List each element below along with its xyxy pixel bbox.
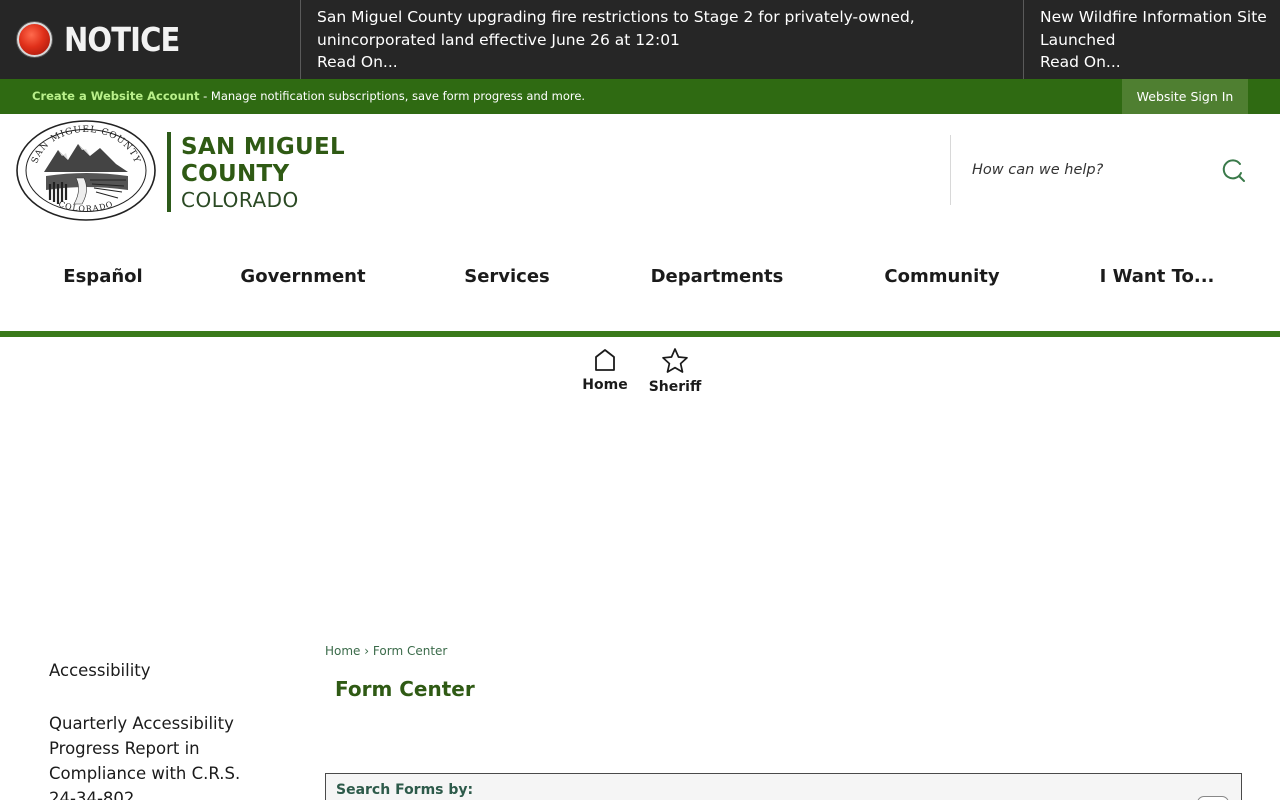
notice-bar: NOTICE San Miguel County upgrading fire … bbox=[0, 0, 1280, 79]
notice-item: New Wildfire Information Site Launched R… bbox=[1040, 6, 1270, 74]
quick-link-label: Sheriff bbox=[648, 379, 702, 395]
nav-item-community[interactable]: Community bbox=[884, 266, 999, 287]
site-search-input[interactable] bbox=[964, 150, 1204, 190]
search-icon[interactable] bbox=[1220, 157, 1246, 183]
search-divider bbox=[950, 135, 951, 205]
county-wordmark[interactable]: SAN MIGUEL COUNTY COLORADO bbox=[181, 134, 345, 212]
alert-dot-icon bbox=[17, 22, 52, 57]
brand-line-1: SAN MIGUEL bbox=[181, 134, 345, 160]
sign-in-button[interactable]: Website Sign In bbox=[1122, 79, 1248, 114]
notice-item-text: San Miguel County upgrading fire restric… bbox=[317, 8, 915, 49]
account-bar: Create a Website Account - Manage notifi… bbox=[0, 79, 1280, 114]
search-forms-panel: Search Forms by: bbox=[325, 773, 1242, 800]
account-description: - Manage notification subscriptions, sav… bbox=[199, 89, 586, 103]
sidebar-item-accessibility-report[interactable]: Quarterly Accessibility Progress Report … bbox=[49, 711, 269, 800]
breadcrumb-separator: › bbox=[364, 644, 370, 658]
brand-line-3: COLORADO bbox=[181, 188, 299, 212]
notice-item-text: New Wildfire Information Site Launched bbox=[1040, 8, 1267, 49]
notice-read-on-link[interactable]: Read On... bbox=[317, 51, 1007, 74]
nav-item-i-want-to[interactable]: I Want To... bbox=[1100, 266, 1215, 287]
quick-link-home[interactable]: Home bbox=[565, 347, 645, 393]
search-forms-toggle[interactable] bbox=[1197, 796, 1229, 800]
notice-title: NOTICE bbox=[64, 20, 180, 59]
home-icon bbox=[595, 349, 615, 371]
nav-item-espanol[interactable]: Español bbox=[63, 266, 142, 287]
create-account-link[interactable]: Create a Website Account bbox=[32, 89, 199, 103]
notice-divider bbox=[300, 0, 301, 79]
nav-item-services[interactable]: Services bbox=[464, 266, 550, 287]
brand-line-2: COUNTY bbox=[181, 161, 290, 187]
nav-item-government[interactable]: Government bbox=[240, 266, 365, 287]
search-forms-label: Search Forms by: bbox=[336, 782, 474, 798]
account-message: Create a Website Account - Manage notifi… bbox=[32, 89, 585, 103]
county-seal-logo[interactable]: SAN MIGUEL COUNTY COLORADO bbox=[16, 120, 156, 221]
brand-divider bbox=[167, 132, 171, 212]
breadcrumb-home-link[interactable]: Home bbox=[325, 644, 360, 658]
breadcrumb: Home › Form Center bbox=[325, 644, 447, 658]
notice-divider bbox=[1023, 0, 1024, 79]
nav-divider bbox=[0, 331, 1280, 337]
notice-read-on-link[interactable]: Read On... bbox=[1040, 51, 1270, 74]
notice-label: NOTICE bbox=[0, 0, 300, 79]
nav-item-departments[interactable]: Departments bbox=[651, 266, 784, 287]
quick-link-label: Home bbox=[582, 377, 628, 393]
notice-item: San Miguel County upgrading fire restric… bbox=[317, 6, 1007, 74]
star-icon bbox=[662, 348, 688, 373]
quick-link-sheriff[interactable]: Sheriff bbox=[635, 347, 715, 395]
sidebar-item-accessibility[interactable]: Accessibility bbox=[49, 658, 269, 683]
main-nav: Español Government Services Departments … bbox=[0, 250, 1280, 306]
page-title: Form Center bbox=[335, 677, 475, 701]
breadcrumb-current[interactable]: Form Center bbox=[373, 644, 447, 658]
